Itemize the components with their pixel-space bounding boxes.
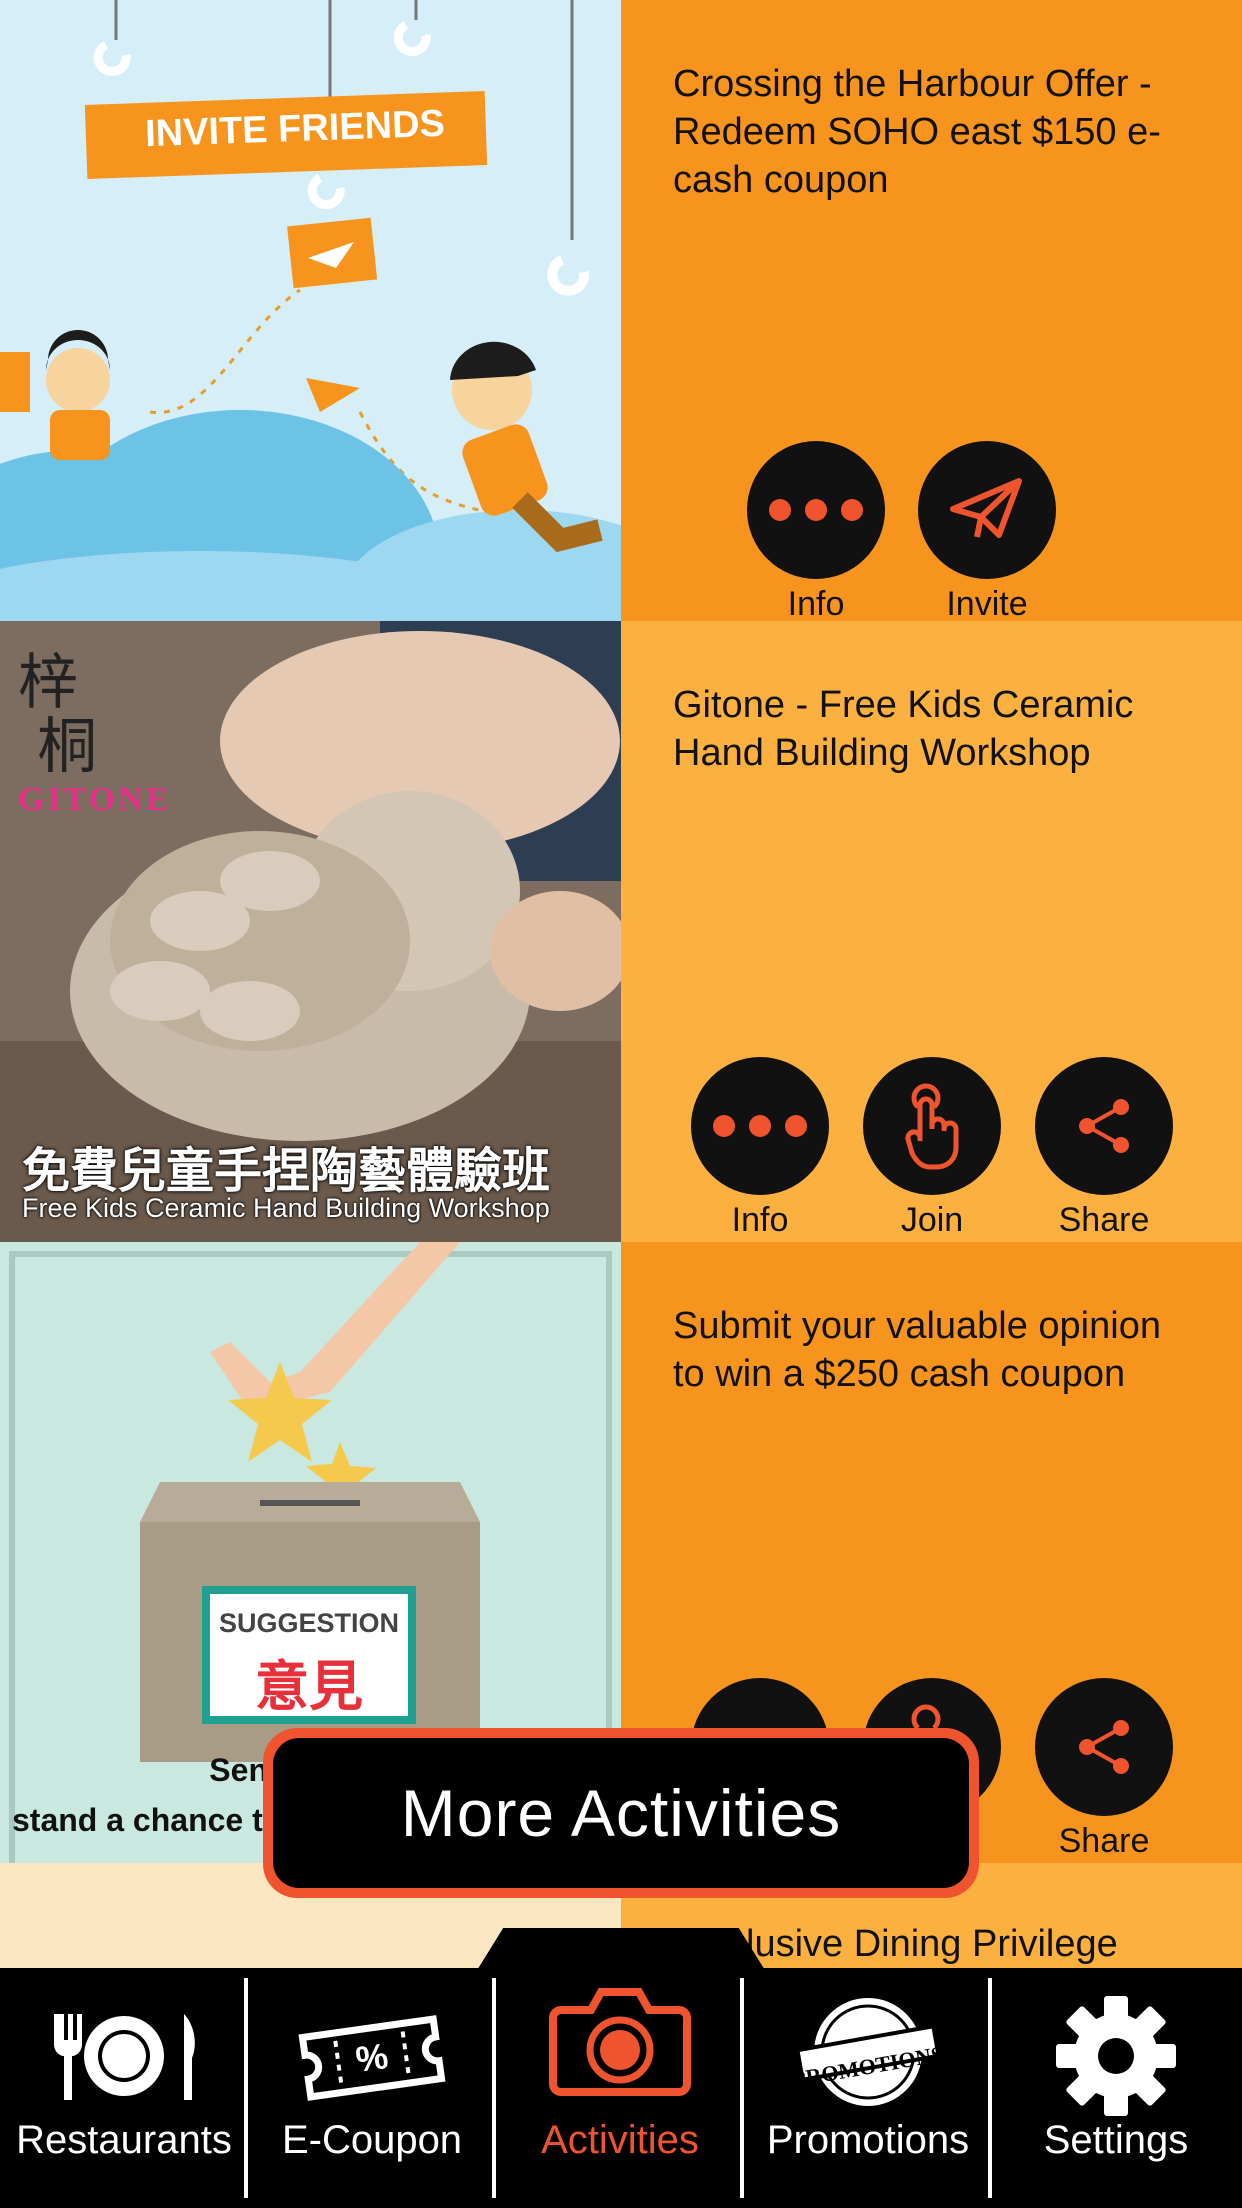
- activity-image-gitone: 梓 桐 GITONE 免費兒童手捏陶藝體驗班 Free Kids Ceramic…: [0, 621, 621, 1242]
- camera-icon: [549, 1988, 691, 2096]
- tab-label: E-Coupon: [281, 2118, 463, 2162]
- dots-icon: [713, 1115, 807, 1137]
- fork-plate-knife-icon: [54, 2014, 195, 2100]
- activity-title: lusive Dining Privilege: [746, 1923, 1118, 1965]
- gitone-brand: GITONE: [18, 781, 172, 818]
- activity-title: Gitone - Free Kids Ceramic Hand Building…: [673, 684, 1134, 774]
- activity-panel: Gitone - Free Kids Ceramic Hand Building…: [621, 621, 1242, 1242]
- tab-promotions[interactable]: PROMOTIONS Promotions: [744, 1968, 992, 2208]
- tab-label: Settings: [1043, 2118, 1189, 2162]
- tab-label: Restaurants: [16, 2118, 232, 2162]
- svg-text:%: %: [353, 2035, 390, 2080]
- tab-activities[interactable]: Activities: [496, 1968, 744, 2208]
- share-button[interactable]: Share: [1034, 1678, 1174, 1861]
- coupon-icon: %: [298, 2015, 446, 2101]
- invite-button[interactable]: Invite: [917, 441, 1057, 624]
- activity-panel: Crossing the Harbour Offer - Redeem SOHO…: [621, 0, 1242, 624]
- image-caption-line2: stand a chance t: [12, 1802, 263, 1838]
- info-button[interactable]: Info: [690, 1057, 830, 1240]
- share-label: Share: [1058, 1201, 1150, 1239]
- tab-restaurants[interactable]: Restaurants: [0, 1968, 248, 2208]
- tab-settings[interactable]: Settings: [992, 1968, 1240, 2208]
- info-label: Info: [787, 585, 845, 623]
- tap-hand-icon: [905, 1083, 959, 1170]
- share-icon: [1079, 1099, 1129, 1153]
- activity-card-gitone[interactable]: 梓 桐 GITONE 免費兒童手捏陶藝體驗班 Free Kids Ceramic…: [0, 621, 1242, 1242]
- activity-card-harbour[interactable]: INVITE FRIENDS Crossing the Harbour Offe…: [0, 0, 1242, 624]
- activity-title: Submit your valuable opinion to win a $2…: [673, 1305, 1161, 1395]
- suggestion-label-en: SUGGESTION: [218, 1608, 400, 1638]
- tab-label: Activities: [541, 2118, 699, 2162]
- join-button[interactable]: Join: [862, 1057, 1002, 1240]
- image-caption-zh: 免費兒童手捏陶藝體驗班: [22, 1145, 551, 1198]
- activity-title: Crossing the Harbour Offer - Redeem SOHO…: [673, 63, 1161, 201]
- activity-image-invite-friends: INVITE FRIENDS: [0, 0, 621, 621]
- info-button[interactable]: Info: [746, 441, 886, 624]
- gear-icon: [1056, 1996, 1176, 2116]
- share-label: Share: [1058, 1822, 1150, 1860]
- dots-icon: [769, 499, 863, 521]
- suggestion-label-zh: 意見: [255, 1657, 363, 1717]
- invite-label: Invite: [946, 585, 1028, 623]
- gitone-logo: 梓 桐 GITONE: [18, 648, 172, 818]
- more-activities-label: More Activities: [400, 1776, 842, 1850]
- image-caption-en: Free Kids Ceramic Hand Building Workshop: [22, 1193, 550, 1223]
- share-button[interactable]: Share: [1034, 1057, 1174, 1240]
- join-label: Join: [900, 1201, 964, 1239]
- tab-e-coupon[interactable]: % E-Coupon: [248, 1968, 496, 2208]
- paper-plane-icon: [950, 478, 1022, 538]
- share-icon: [1079, 1720, 1129, 1774]
- more-activities-button[interactable]: More Activities: [263, 1728, 979, 1898]
- bottom-tab-bar: Restaurants % E-Coupon Activities PROMOT: [0, 1968, 1242, 2208]
- tab-label: Promotions: [766, 2118, 970, 2162]
- info-label: Info: [731, 1201, 789, 1239]
